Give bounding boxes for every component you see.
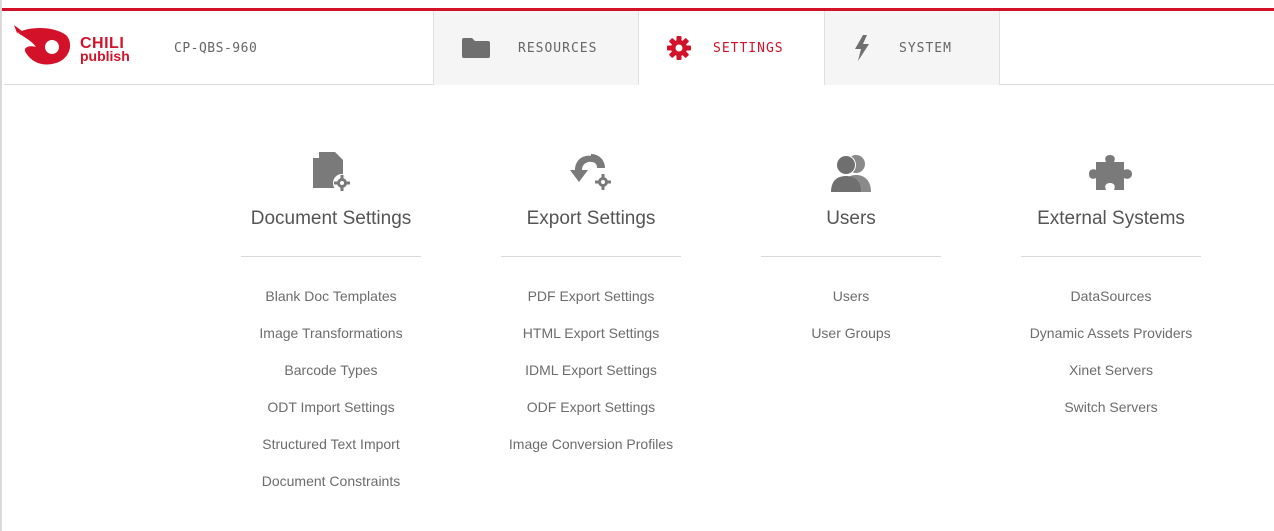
link-image-conversion-profiles[interactable]: Image Conversion Profiles	[491, 435, 691, 472]
chili-logo-icon	[14, 23, 71, 65]
section-divider	[241, 256, 421, 257]
users-icon	[751, 140, 951, 192]
document-settings-icon	[231, 140, 431, 192]
link-xinet-servers[interactable]: Xinet Servers	[1011, 361, 1211, 398]
section-title: Users	[826, 208, 876, 229]
logo-line2: publish	[80, 48, 130, 64]
tab-settings[interactable]: SETTINGS	[638, 11, 824, 85]
section-divider	[501, 256, 681, 257]
main-nav: RESOURCES SETTINGS SYSTEM	[433, 11, 1000, 85]
section-external-systems: External Systems DataSources Dynamic Ass…	[1011, 140, 1211, 435]
link-document-constraints[interactable]: Document Constraints	[231, 472, 431, 509]
tab-system[interactable]: SYSTEM	[824, 11, 1000, 85]
lightning-icon	[853, 35, 871, 61]
folder-icon	[462, 38, 490, 58]
section-title: Export Settings	[526, 208, 656, 229]
section-divider	[761, 256, 941, 257]
link-odt-import-settings[interactable]: ODT Import Settings	[231, 398, 431, 435]
link-odf-export-settings[interactable]: ODF Export Settings	[491, 398, 691, 435]
app-window: CHILI publish CP-QBS-960 RESOURCES SETTI…	[0, 0, 1274, 531]
top-header: CHILI publish CP-QBS-960 RESOURCES SETTI…	[4, 11, 1274, 85]
chili-publish-logo[interactable]: CHILI publish	[12, 23, 152, 73]
tab-label: SETTINGS	[713, 40, 784, 56]
link-blank-doc-templates[interactable]: Blank Doc Templates	[231, 287, 431, 324]
link-datasources[interactable]: DataSources	[1011, 287, 1211, 324]
section-title: External Systems	[1037, 208, 1185, 229]
environment-name: CP-QBS-960	[174, 41, 258, 56]
link-image-transformations[interactable]: Image Transformations	[231, 324, 431, 361]
puzzle-icon	[1011, 140, 1211, 192]
export-settings-icon	[491, 140, 691, 192]
logo-wordmark: CHILI publish	[80, 36, 130, 64]
section-title: Document Settings	[250, 208, 412, 229]
section-export-settings: Export Settings PDF Export Settings HTML…	[491, 140, 691, 472]
link-pdf-export-settings[interactable]: PDF Export Settings	[491, 287, 691, 324]
link-structured-text-import[interactable]: Structured Text Import	[231, 435, 431, 472]
tab-label: SYSTEM	[899, 40, 952, 56]
link-dynamic-assets-providers[interactable]: Dynamic Assets Providers	[1011, 324, 1211, 361]
section-users: Users Users User Groups	[751, 140, 951, 361]
link-barcode-types[interactable]: Barcode Types	[231, 361, 431, 398]
link-idml-export-settings[interactable]: IDML Export Settings	[491, 361, 691, 398]
link-users[interactable]: Users	[751, 287, 951, 324]
link-user-groups[interactable]: User Groups	[751, 324, 951, 361]
gear-icon	[667, 36, 691, 60]
link-html-export-settings[interactable]: HTML Export Settings	[491, 324, 691, 361]
section-divider	[1021, 256, 1201, 257]
section-document-settings: Document Settings Blank Doc Templates Im…	[231, 140, 431, 509]
tab-resources[interactable]: RESOURCES	[433, 11, 638, 85]
tab-label: RESOURCES	[518, 40, 598, 56]
link-switch-servers[interactable]: Switch Servers	[1011, 398, 1211, 435]
